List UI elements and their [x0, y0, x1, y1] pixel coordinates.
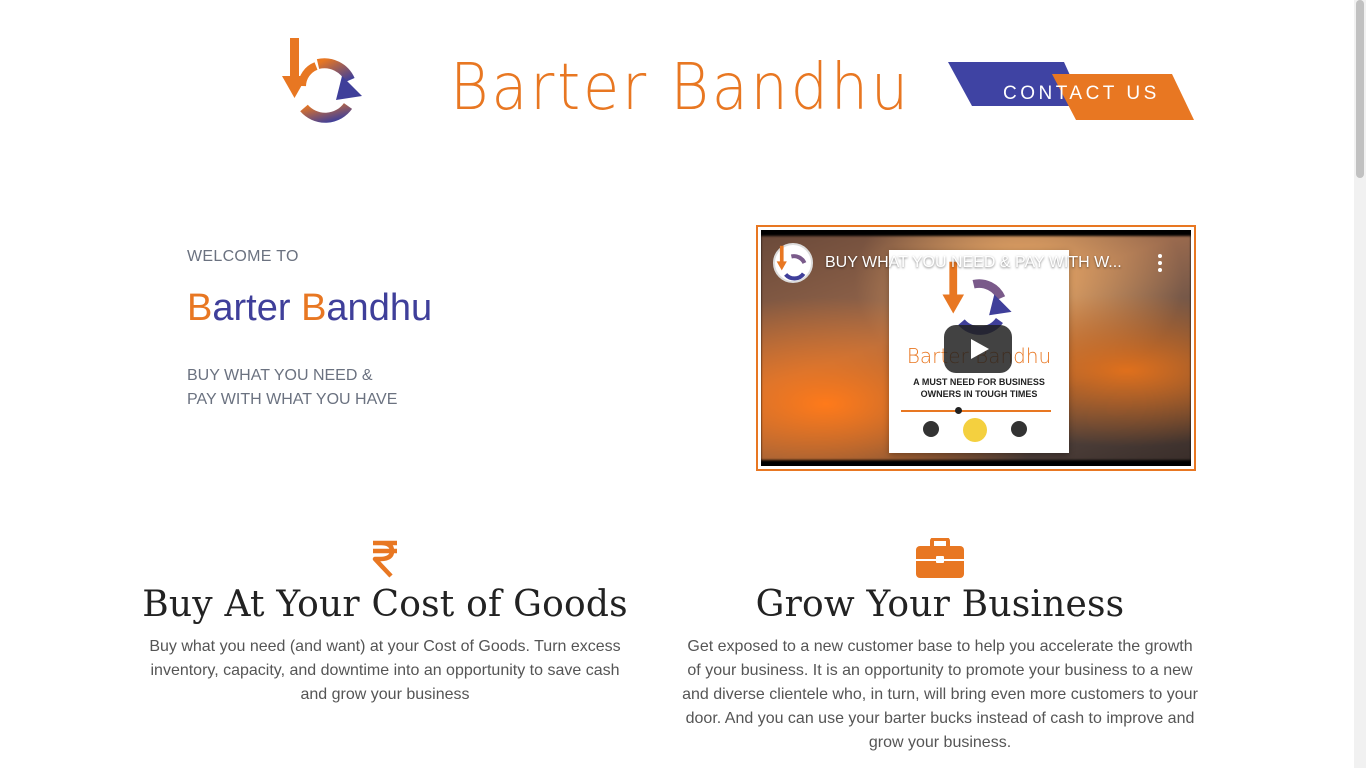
feature-grow-business: Grow Your Business Get exposed to a new … — [680, 538, 1200, 755]
brand-title: Barter Bandhu — [450, 51, 911, 125]
contact-us-button[interactable]: CONTACT US — [946, 60, 1196, 122]
video-embed[interactable]: Barter Bandhu A MUST NEED FOR BUSINESS O… — [756, 225, 1196, 471]
poster-progress-knob — [955, 407, 962, 414]
poster-progress-track — [901, 410, 1051, 412]
poster-subtitle-line-1: A MUST NEED FOR BUSINESS — [913, 377, 1045, 387]
feature-description: Buy what you need (and want) at your Cos… — [149, 638, 621, 703]
video-title[interactable]: BUY WHAT YOU NEED & PAY WITH W... — [825, 254, 1122, 272]
hero-title-initial-2: B — [301, 287, 327, 329]
feature-title: Buy At Your Cost of Goods — [142, 584, 628, 625]
page-scrollbar[interactable] — [1354, 0, 1366, 768]
feature-description: Get exposed to a new customer base to he… — [682, 638, 1198, 751]
tagline-line-1: BUY WHAT YOU NEED & — [187, 367, 373, 384]
hero-tagline: BUY WHAT YOU NEED & PAY WITH WHAT YOU HA… — [187, 364, 397, 412]
hero-title-part-2: andhu — [326, 287, 433, 329]
video-player[interactable]: Barter Bandhu A MUST NEED FOR BUSINESS O… — [761, 230, 1191, 466]
more-options-icon[interactable] — [1157, 254, 1163, 272]
hero-title-part-1: arter — [212, 287, 302, 329]
next-icon — [1011, 421, 1027, 437]
rupee-icon — [372, 540, 397, 578]
channel-avatar-icon[interactable] — [773, 243, 813, 283]
contact-us-label: CONTACT US — [1003, 83, 1160, 104]
hero-title: Barter Bandhu — [187, 287, 432, 330]
feature-title: Grow Your Business — [755, 584, 1125, 625]
previous-icon — [923, 421, 939, 437]
pause-icon — [963, 418, 987, 442]
play-icon[interactable] — [944, 325, 1012, 373]
scrollbar-thumb[interactable] — [1356, 0, 1364, 178]
poster-subtitle-line-2: OWNERS IN TOUGH TIMES — [920, 389, 1038, 399]
hero-title-initial-1: B — [187, 287, 213, 329]
poster-subtitle: A MUST NEED FOR BUSINESS OWNERS IN TOUGH… — [889, 376, 1069, 400]
brand-logo-icon[interactable] — [280, 36, 364, 124]
tagline-line-2: PAY WITH WHAT YOU HAVE — [187, 391, 398, 408]
briefcase-icon — [916, 538, 964, 578]
feature-cost-of-goods: Buy At Your Cost of Goods Buy what you n… — [140, 538, 630, 707]
welcome-label: WELCOME TO — [187, 248, 299, 265]
